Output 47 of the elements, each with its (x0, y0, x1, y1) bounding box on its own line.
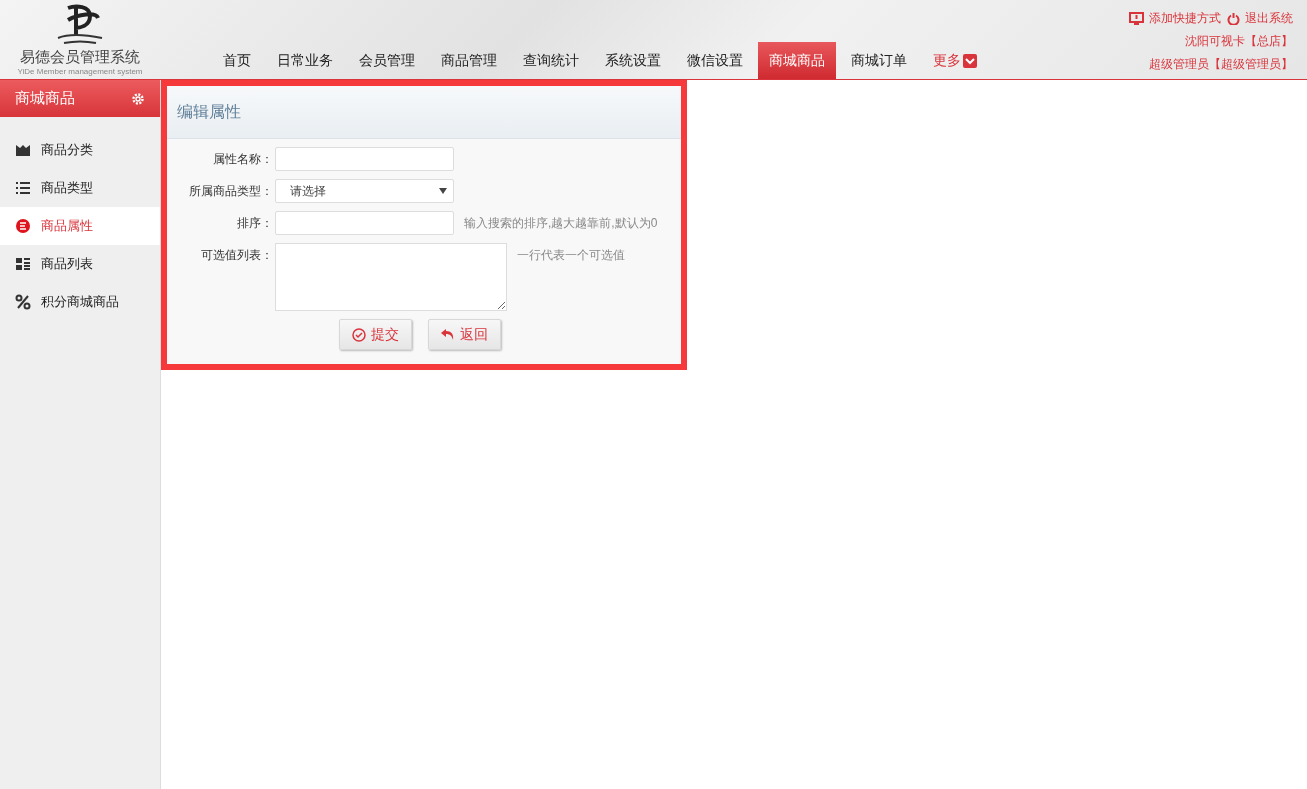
more-menu[interactable]: 更多 (922, 42, 988, 79)
nav-tab[interactable]: 微信设置 (676, 42, 754, 79)
percent-icon (15, 294, 31, 310)
hint-text: 一行代表一个可选值 (517, 247, 625, 264)
app-title: 易德会员管理系统 (20, 48, 140, 67)
type-dropdown[interactable]: 请选择 (275, 179, 454, 203)
nav-tab[interactable]: 系统设置 (594, 42, 672, 79)
sidebar-item[interactable]: 商品列表 (0, 245, 160, 283)
add-shortcut-link[interactable]: 添加快捷方式 (1129, 10, 1221, 27)
monitor-icon (1129, 12, 1144, 25)
grid-list-icon (15, 256, 31, 272)
chevron-down-icon (963, 53, 977, 68)
field-label: 所属商品类型： (188, 183, 273, 200)
hint-text: 输入搜索的排序,越大越靠前,默认为0 (464, 215, 658, 232)
submit-button[interactable]: 提交 (339, 319, 412, 350)
field-label: 属性名称： (212, 151, 273, 168)
input-field[interactable] (275, 147, 454, 171)
nav-tab[interactable]: 日常业务 (266, 42, 344, 79)
app-subtitle: YiDe Member management system (17, 67, 143, 76)
check-circle-icon (352, 327, 366, 342)
undo-arrow-icon (441, 327, 455, 342)
dropdown-arrow-icon (439, 188, 447, 194)
settings-icon[interactable] (131, 91, 145, 106)
power-icon (1227, 12, 1240, 25)
input-field[interactable] (275, 211, 454, 235)
sidebar-item[interactable]: 商品属性 (0, 207, 160, 245)
field-label: 排序： (236, 215, 273, 232)
logout-link[interactable]: 退出系统 (1227, 10, 1293, 27)
badge-icon (15, 218, 31, 234)
sidebar-item[interactable]: 积分商城商品 (0, 283, 160, 321)
nav-tab[interactable]: 商城订单 (840, 42, 918, 79)
sidebar-title: 商城商品 (15, 89, 75, 108)
nav-tab[interactable]: 查询统计 (512, 42, 590, 79)
user-label: 超级管理员【超级管理员】 (1149, 56, 1293, 73)
chart-icon (15, 142, 31, 158)
textarea-field[interactable] (275, 243, 507, 311)
field-label: 可选值列表： (200, 247, 273, 264)
nav-tab[interactable]: 商城商品 (758, 42, 836, 79)
list-icon (15, 180, 31, 196)
nav-tab[interactable]: 首页 (212, 42, 262, 79)
back-button[interactable]: 返回 (428, 319, 501, 350)
sidebar-item[interactable]: 商品分类 (0, 131, 160, 169)
form-title: 编辑属性 (177, 101, 241, 122)
nav-tab[interactable]: 会员管理 (348, 42, 426, 79)
sidebar-item[interactable]: 商品类型 (0, 169, 160, 207)
nav-tab[interactable]: 商品管理 (430, 42, 508, 79)
store-label: 沈阳可视卡【总店】 (1185, 33, 1293, 50)
